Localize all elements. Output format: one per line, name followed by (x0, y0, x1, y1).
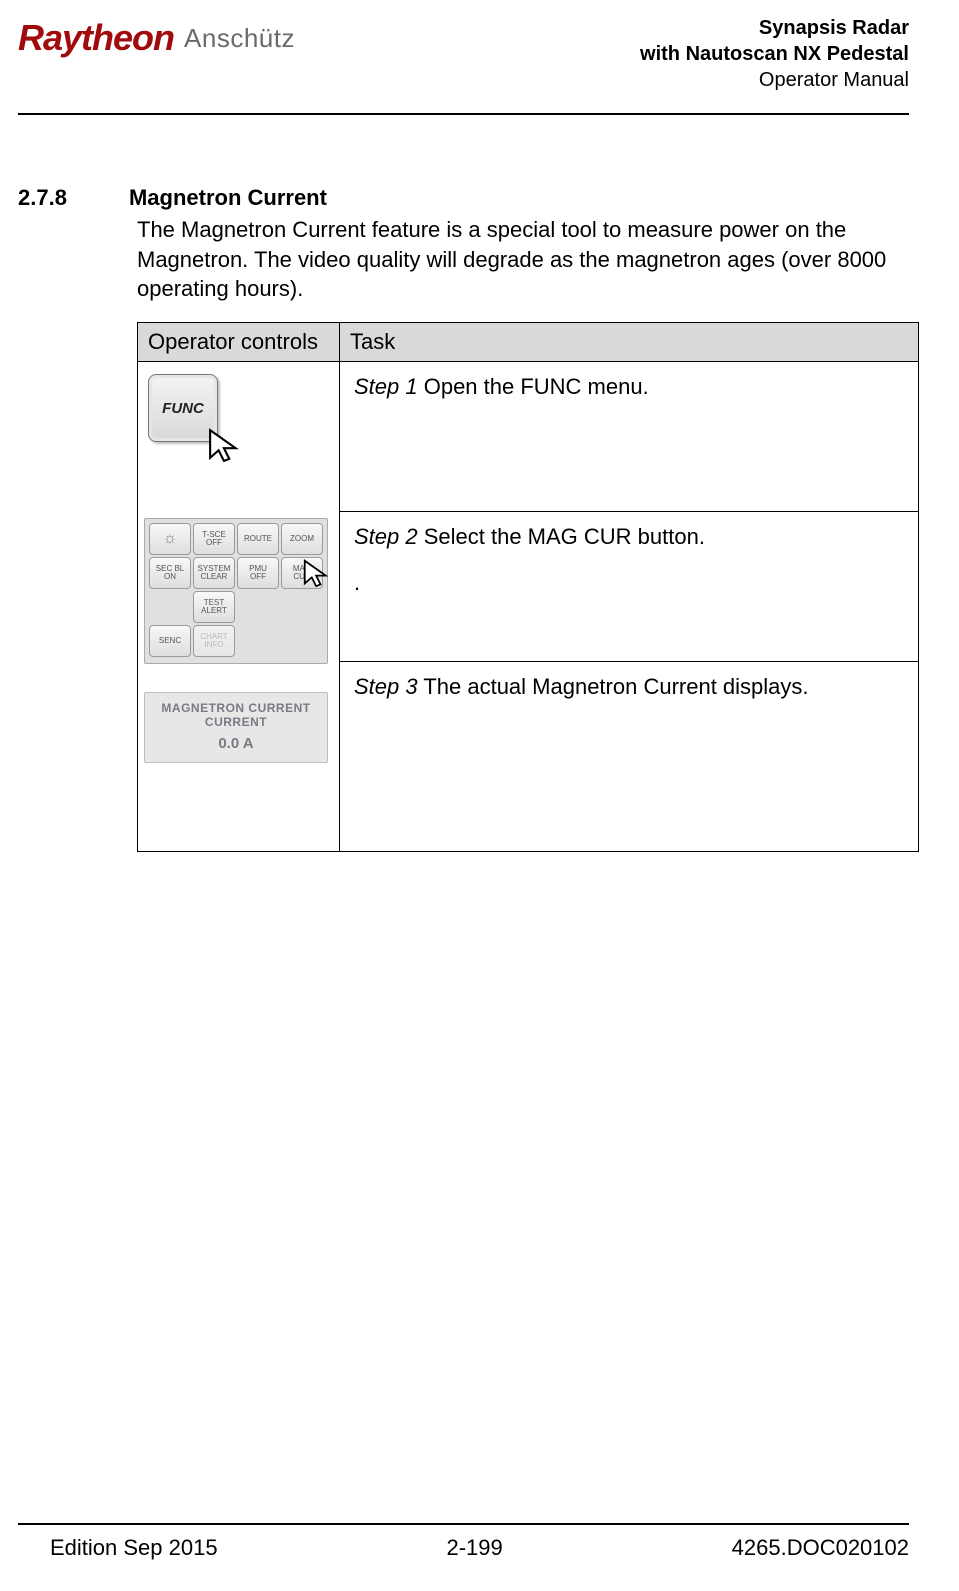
content: 2.7.8 Magnetron Current The Magnetron Cu… (18, 115, 909, 852)
controls-cell: FUNC ☼ T-SCE OFF ROUTE ZOOM SEC BL ON (138, 362, 340, 852)
doc-title-2: with Nautoscan NX Pedestal (640, 41, 909, 67)
magnetron-readout: MAGNETRON CURRENT CURRENT 0.0 A (144, 692, 328, 763)
footer-edition: Edition Sep 2015 (50, 1535, 218, 1561)
footer-page: 2-199 (446, 1535, 502, 1561)
doc-title-3: Operator Manual (640, 67, 909, 93)
panel-btn-zoom[interactable]: ZOOM (281, 523, 323, 555)
logo-brand: Raytheon (18, 17, 174, 59)
page-header: Raytheon Anschütz Synapsis Radar with Na… (18, 15, 909, 101)
section-body: The Magnetron Current feature is a speci… (137, 215, 899, 304)
panel-btn-brightness[interactable]: ☼ (149, 523, 191, 555)
step-cell: Step 2 Select the MAG CUR button. . (340, 512, 919, 662)
step-cell: Step 3 The actual Magnetron Current disp… (340, 662, 919, 852)
table-header-task: Task (340, 323, 919, 362)
step-label: Step 2 (354, 524, 418, 549)
header-titles: Synapsis Radar with Nautoscan NX Pedesta… (640, 15, 909, 93)
section-heading: 2.7.8 Magnetron Current (18, 185, 909, 211)
section-number: 2.7.8 (18, 185, 67, 211)
step-label: Step 3 (354, 674, 418, 699)
readout-title-2: CURRENT (151, 715, 321, 729)
func-panel: ☼ T-SCE OFF ROUTE ZOOM SEC BL ON SYSTEM … (144, 518, 328, 664)
func-button-graphic: FUNC (148, 374, 248, 460)
step-text: Select the MAG CUR button. (418, 524, 705, 549)
step-label: Step 1 (354, 374, 418, 399)
cursor-icon (303, 559, 331, 587)
panel-btn-secbl[interactable]: SEC BL ON (149, 557, 191, 589)
readout-title-1: MAGNETRON CURRENT (151, 701, 321, 715)
panel-btn-route[interactable]: ROUTE (237, 523, 279, 555)
panel-btn-sysclear[interactable]: SYSTEM CLEAR (193, 557, 235, 589)
task-table: Operator controls Task FUNC ☼ T-SCE OFF (137, 322, 919, 852)
page-footer: Edition Sep 2015 2-199 4265.DOC020102 (50, 1535, 909, 1561)
step-extra: . (354, 570, 360, 595)
readout-value: 0.0 A (151, 735, 321, 752)
panel-btn-tsce[interactable]: T-SCE OFF (193, 523, 235, 555)
cursor-icon (208, 428, 242, 462)
panel-btn-testalert[interactable]: TEST ALERT (193, 591, 235, 623)
step-cell: Step 1 Open the FUNC menu. (340, 362, 919, 512)
panel-btn-chartinfo[interactable]: CHART INFO (193, 625, 235, 657)
footer-doc: 4265.DOC020102 (732, 1535, 909, 1561)
doc-title-1: Synapsis Radar (640, 15, 909, 41)
logo-subbrand: Anschütz (184, 17, 295, 54)
step-text: Open the FUNC menu. (418, 374, 649, 399)
step-text: The actual Magnetron Current displays. (418, 674, 809, 699)
section-title: Magnetron Current (129, 185, 327, 211)
footer-rule (18, 1523, 909, 1525)
panel-btn-pmu[interactable]: PMU OFF (237, 557, 279, 589)
panel-btn-senc[interactable]: SENC (149, 625, 191, 657)
table-header-controls: Operator controls (138, 323, 340, 362)
logo: Raytheon Anschütz (18, 15, 295, 59)
table-row: FUNC ☼ T-SCE OFF ROUTE ZOOM SEC BL ON (138, 362, 919, 512)
